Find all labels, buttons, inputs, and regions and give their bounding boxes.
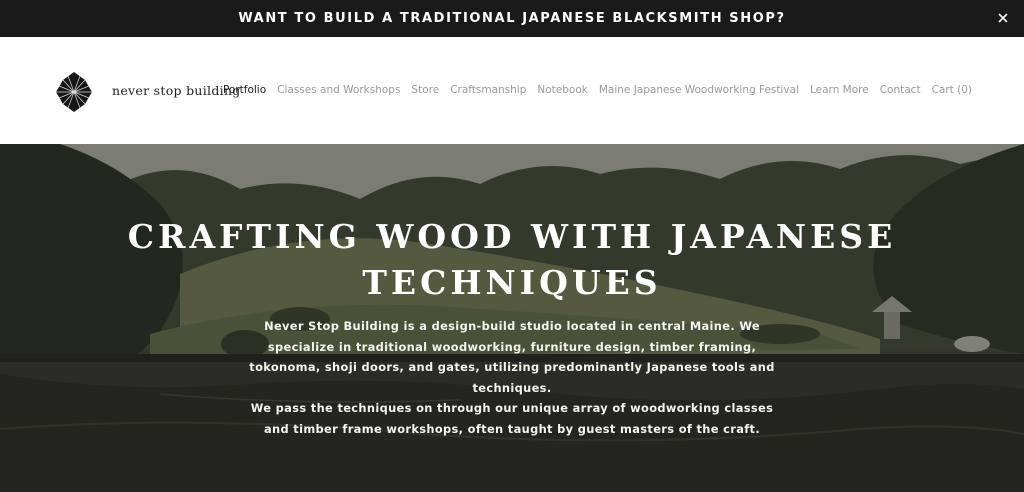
hero-paragraph-intro: Never Stop Building is a design-build st…	[249, 319, 775, 395]
nav-item-cart[interactable]: Cart (0)	[932, 84, 972, 96]
nav-item-learn-more[interactable]: Learn More	[810, 84, 869, 96]
nav-item-classes-and-workshops[interactable]: Classes and Workshops	[277, 84, 400, 96]
pinecone-logo-icon[interactable]	[55, 71, 93, 113]
site-header: never stop building Portfolio Classes an…	[0, 37, 1024, 144]
hero-title-line: CRAFTING WOOD WITH JAPANESE	[127, 217, 897, 256]
announcement-bar[interactable]: WANT TO BUILD A TRADITIONAL JAPANESE BLA…	[0, 0, 1024, 37]
brand-name[interactable]: never stop building	[112, 83, 241, 98]
hero-description: Never Stop Building is a design-build st…	[242, 316, 782, 439]
announcement-text[interactable]: WANT TO BUILD A TRADITIONAL JAPANESE BLA…	[238, 11, 785, 26]
nav-item-woodworking-festival[interactable]: Maine Japanese Woodworking Festival	[599, 84, 799, 96]
nav-item-craftsmanship[interactable]: Craftsmanship	[450, 84, 526, 96]
hero-title: CRAFTING WOOD WITH JAPANESE TECHNIQUES	[0, 214, 1024, 306]
nav-item-notebook[interactable]: Notebook	[537, 84, 587, 96]
main-nav: Portfolio Classes and Workshops Store Cr…	[223, 84, 972, 96]
nav-item-store[interactable]: Store	[411, 84, 439, 96]
nav-item-contact[interactable]: Contact	[880, 84, 921, 96]
close-icon[interactable]	[996, 11, 1010, 25]
hero-banner: CRAFTING WOOD WITH JAPANESE TECHNIQUES N…	[0, 144, 1024, 492]
hero-paragraph-classes: We pass the techniques on through our un…	[250, 401, 774, 436]
hero-title-line: TECHNIQUES	[362, 263, 662, 302]
nav-item-portfolio[interactable]: Portfolio	[223, 84, 266, 96]
